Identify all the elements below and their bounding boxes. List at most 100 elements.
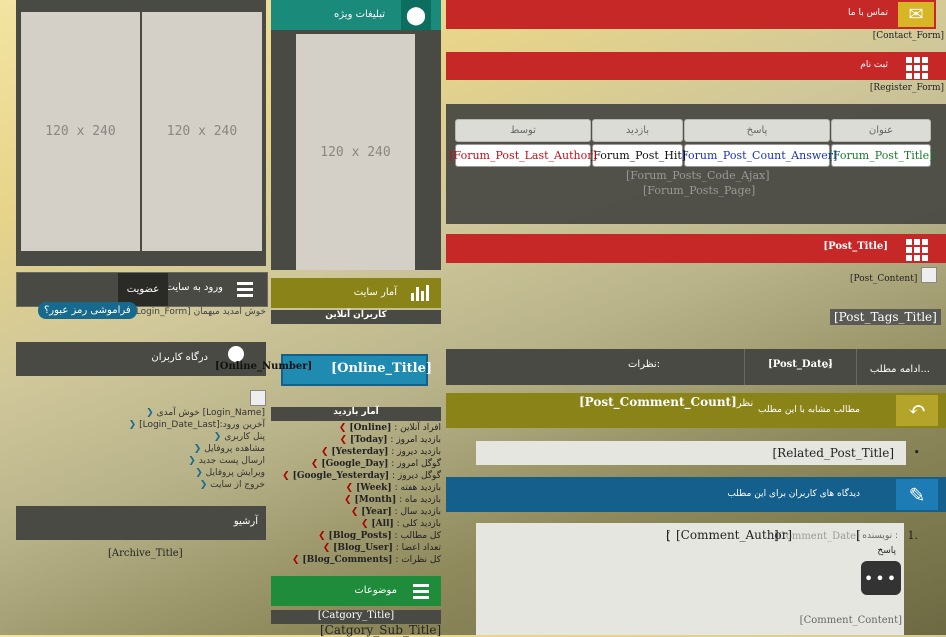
list-icon [413,584,429,599]
visits-row: بازدید امروز : [Today] ❯ [339,435,441,445]
visits-row: کل نظرات : [Blog_Comments] ❯ [291,555,441,565]
post-date: [Post_Date] [768,359,833,370]
register-header: ثبت نام [446,52,946,80]
related-header: مطالب مشابه با این مطلب ↶ [Post_Comment_… [446,393,946,428]
comments-title: دیدگاه های کاربران برای این مطلب [727,489,860,499]
portal-link[interactable]: پنل کاربری ❮ [125,431,265,443]
read-more-link[interactable]: ادامه مطلب... [870,364,930,375]
contact-header: تماس با ما ✉ [446,0,936,29]
reply-link[interactable]: پاسخ [877,546,896,556]
topics-header: موضوعات [271,576,441,606]
post-content: [Post_Content] [850,274,918,284]
post-title[interactable]: [Post_Title] [823,241,888,252]
forum-pagination[interactable]: [Forum_Posts_Page] [643,184,755,197]
special-ad-placeholder[interactable]: 120 x 240 [296,34,415,270]
login-name: [Login_Name] [202,408,265,418]
comment-card: 1. نویسنده : [Comment_Date] [Comment_Aut… [476,523,918,635]
comments-label[interactable]: نظرات: [628,359,660,370]
forum-ajax-code: [Forum_Posts_Code_Ajax] [626,169,770,182]
category-title[interactable]: [Catgory_Title] [271,610,441,624]
visits-row: تعداد اعضا : [Blog_User] ❯ [322,543,441,553]
portal-link[interactable]: مشاهده پروفایل ❮ [125,443,265,455]
visits-row: بازدید ماه : [Month] ❯ [344,495,441,505]
post-image [921,267,937,283]
visits-row: افراد آنلاین : [Online] ❯ [338,423,441,433]
comment-bracket: ( [666,530,671,543]
post-header: [Post_Title] [446,234,946,263]
post-meta-bar: ادامه مطلب... در [Post_Date] نظرات: [446,349,946,385]
bullet: • [913,446,921,459]
stats-header: آمار سایت [271,278,441,308]
portal-link[interactable]: ارسال پست جدید ❮ [125,455,265,467]
visits-row: بازدید کلی : [All] ❯ [360,519,441,529]
welcome-text: خوش آمدید میهمان [193,307,266,317]
online-number: [Online_Number] [215,361,313,372]
last-login-label: آخرین ورود: [219,420,265,430]
visits-list: افراد آنلاین : [Online] ❯ بازدید امروز :… [276,422,441,566]
users-portal-title: درگاه کاربران [151,352,208,363]
meta-divider [856,349,857,385]
forum-header-author[interactable]: توسط [455,119,591,142]
greeting-line: [Login_Name] خوش آمدی ❮ [146,408,265,418]
membership-title: ورود به سایت [165,282,223,293]
membership-body: خوش آمدید میهمان [Login_Form] فراموشی رم… [16,302,266,332]
user-avatar-image [250,390,266,406]
mail-icon: ✉ [898,2,934,27]
visits-row: گوگل دیروز : [Google_Yesterday] ❯ [282,471,441,481]
ad-placeholder-left[interactable]: 120 x 240 [21,12,140,251]
welcome-guest: خوش آمدید میهمان [Login_Form] [132,307,266,317]
related-list-item[interactable]: [Related_Post_Title] • [476,441,920,465]
pen-icon: ✎ [896,479,938,510]
comment-content: [Comment_Content] [799,615,902,626]
last-login-value: [Login_Date_Last] [139,420,220,430]
visits-row: گوگل امروز : [Google_Day] ❯ [310,459,441,469]
archive-title: آرشیو [233,516,258,527]
register-title: ثبت نام [860,60,888,70]
users-portal-body: [Login_Name] خوش آمدی ❮ آخرین ورود:[Logi… [125,407,265,491]
chat-bubble-icon[interactable]: ••• [861,561,901,595]
related-title: مطالب مشابه با این مطلب [757,405,860,415]
contact-title: تماس با ما [848,8,888,18]
forum-post-hits: [Forum_Post_Hit] [589,144,686,167]
forum-header-views[interactable]: بازدید [592,119,683,142]
ad-placeholder-right[interactable]: 120 x 240 [142,12,262,251]
comment-author-label: نویسنده : [862,531,898,541]
online-users-label: کاربران آنلاین [271,310,441,324]
comment-count-line: [Post_Comment_Count]نظر [579,395,753,409]
greeting: خوش آمدی [156,408,200,418]
forum-post-last-author[interactable]: [Forum_Post_Last_Author] [449,144,597,167]
visits-header: آمار بازدید [271,407,441,421]
post-tags[interactable]: [Post_Tags_Title] [830,309,941,325]
portal-link[interactable]: ویرایش پروفایل ❮ [125,467,265,479]
forum-header-replies[interactable]: پاسخ [684,119,830,142]
special-ads-header: تبلیغات ویژه ⬤ [271,0,441,30]
meta-divider [744,349,745,385]
last-login-line: آخرین ورود:[Login_Date_Last] ❮ [128,420,265,430]
related-post-title[interactable]: [Related_Post_Title] [773,446,895,460]
forum-post-answers: [Forum_Post_Count_Answer] [677,144,837,167]
comment-count-suffix: نظر [736,398,754,409]
online-title: [Online_Title] [331,361,433,376]
grid-icon [906,57,928,79]
archive-item[interactable]: [Archive_Title] [108,548,183,559]
user-avatar-icon [228,346,244,362]
special-ads-title: تبلیغات ویژه [334,9,385,20]
contact-form: [Contact_Form] [872,31,944,41]
bar-chart-icon [411,285,429,301]
visits-row: بازدید سال : [Year] ❯ [350,507,441,517]
register-form: [Register_Form] [869,83,944,93]
forgot-password-button[interactable]: فراموشی رمز عبور؟ [38,302,137,319]
forum-post-title[interactable]: [Forum_Post_Title] [829,144,933,167]
archive-header: آرشیو [16,506,266,540]
location-pin-icon: ⬤ [401,0,431,30]
forum-header-title[interactable]: عنوان [831,119,931,142]
visits-row: کل مطالب : [Blog_Posts] ❯ [318,531,441,541]
stats-title: آمار سایت [353,287,397,298]
online-widget: [Online_Number] [Online_Title] [215,354,432,386]
topics-title: موضوعات [354,585,397,596]
comment-number: 1. [907,529,919,542]
menu-icon [237,282,253,297]
portal-link[interactable]: خروج از سایت ❮ [125,479,265,491]
undo-arrow-icon: ↶ [896,395,938,426]
comment-bracket: [ [856,528,861,542]
